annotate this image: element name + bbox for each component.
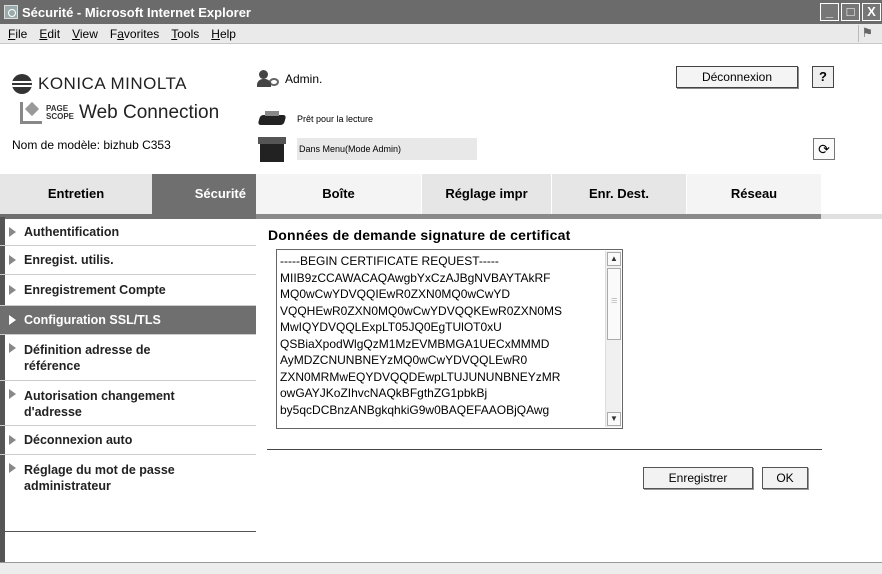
- sidebar-item-definition-adresse[interactable]: Définition adresse de référence: [0, 335, 256, 381]
- sidebar-item-label-line1: Définition adresse de: [24, 343, 151, 357]
- menu-help[interactable]: Help: [211, 27, 236, 41]
- sidebar-item-autorisation-changement[interactable]: Autorisation changement d'adresse: [0, 381, 256, 426]
- tab-reglage-impr[interactable]: Réglage impr: [421, 174, 551, 214]
- triangle-right-icon: [9, 343, 16, 353]
- ok-button[interactable]: OK: [762, 467, 808, 489]
- sidebar-item-label-line2: administrateur: [24, 479, 111, 493]
- sidebar-item-label-line1: Réglage du mot de passe: [24, 463, 175, 477]
- scanner-status: Dans Menu(Mode Admin): [257, 136, 477, 162]
- user-name: Admin.: [285, 72, 323, 86]
- sidebar-item-label-line2: référence: [24, 359, 81, 373]
- minimize-button[interactable]: _: [820, 3, 839, 21]
- tab-enr-dest[interactable]: Enr. Dest.: [551, 174, 686, 214]
- ie-app-icon: [4, 5, 18, 19]
- page-header: KONICA MINOLTA PAGE SCOPE Web Connection…: [0, 44, 882, 174]
- content-divider: [267, 449, 822, 450]
- globe-icon: [12, 74, 32, 94]
- maximize-button[interactable]: □: [841, 3, 860, 21]
- model-name: Nom de modèle: bizhub C353: [12, 138, 171, 152]
- sidebar-item-authentification[interactable]: Authentification: [0, 219, 256, 246]
- sidebar-item-label: Définition adresse de référence: [24, 342, 150, 374]
- certificate-request-text: -----BEGIN CERTIFICATE REQUEST----- MIIB…: [280, 254, 563, 417]
- printer-status-text: Prêt pour la lecture: [297, 114, 374, 124]
- certificate-request-textarea[interactable]: -----BEGIN CERTIFICATE REQUEST----- MIIB…: [276, 249, 623, 429]
- sidebar-item-label: Déconnexion auto: [24, 433, 133, 447]
- pagescope-small-text: PAGE SCOPE: [46, 105, 74, 121]
- printer-icon: [257, 110, 287, 128]
- triangle-right-icon: [9, 389, 16, 399]
- triangle-right-icon: [9, 227, 16, 237]
- sidebar-item-reglage-mot-de-passe[interactable]: Réglage du mot de passe administrateur: [0, 455, 256, 505]
- pagescope-product: Web Connection: [79, 102, 220, 123]
- sidebar-item-enregistrement-compte[interactable]: Enregistrement Compte: [0, 275, 256, 306]
- admin-user-icon: [257, 70, 279, 88]
- window-title: Sécurité - Microsoft Internet Explorer: [22, 4, 251, 20]
- tab-boite[interactable]: Boîte: [256, 174, 421, 214]
- user-info: Admin.: [257, 70, 322, 88]
- windows-logo-icon: ⚑: [858, 25, 876, 42]
- sidebar-item-label: Enregist. utilis.: [24, 253, 114, 267]
- menu-view[interactable]: View: [72, 27, 98, 41]
- sidebar-item-label: Autorisation changement d'adresse: [24, 388, 175, 420]
- sidebar-item-label: Authentification: [24, 225, 120, 239]
- tab-entretien[interactable]: Entretien: [0, 174, 152, 214]
- konica-minolta-logo: KONICA MINOLTA: [12, 74, 187, 94]
- triangle-right-icon: [9, 255, 16, 265]
- pagescope-logo: PAGE SCOPE Web Connection: [20, 102, 219, 124]
- sidebar-item-label-line2: d'adresse: [24, 405, 82, 419]
- triangle-right-icon: [9, 463, 16, 473]
- certificate-scrollbar[interactable]: ▲ ▼: [605, 251, 621, 427]
- title-bar: Sécurité - Microsoft Internet Explorer _…: [0, 0, 882, 24]
- menu-file[interactable]: File: [8, 27, 27, 41]
- main-content: Données de demande signature de certific…: [256, 219, 882, 539]
- pagescope-mark-icon: [20, 102, 42, 124]
- status-bar: [0, 562, 882, 574]
- sidebar-item-deconnexion-auto[interactable]: Déconnexion auto: [0, 426, 256, 455]
- triangle-right-icon: [9, 285, 16, 295]
- tab-reseau[interactable]: Réseau: [686, 174, 821, 214]
- refresh-button[interactable]: ⟳: [813, 138, 835, 160]
- scanner-status-text: Dans Menu(Mode Admin): [297, 138, 477, 160]
- menu-edit[interactable]: Edit: [39, 27, 60, 41]
- save-button[interactable]: Enregistrer: [643, 467, 753, 489]
- scroll-down-icon[interactable]: ▼: [607, 412, 621, 426]
- menu-tools[interactable]: Tools: [171, 27, 199, 41]
- sidebar-item-label: Configuration SSL/TLS: [24, 313, 161, 327]
- pagescope-scope: SCOPE: [46, 112, 75, 121]
- brand-name: KONICA MINOLTA: [38, 74, 188, 93]
- sidebar-item-label: Enregistrement Compte: [24, 283, 166, 297]
- logout-button[interactable]: Déconnexion: [676, 66, 798, 88]
- sidebar-item-label-line1: Autorisation changement: [24, 389, 175, 403]
- main-tabs: Entretien Sécurité Boîte Réglage impr En…: [0, 174, 882, 219]
- triangle-right-icon: [9, 435, 16, 445]
- menu-bar: File Edit View Favorites Tools Help ⚑: [0, 24, 882, 44]
- menu-favorites[interactable]: Favorites: [110, 27, 159, 41]
- help-button[interactable]: ?: [812, 66, 834, 88]
- triangle-right-icon: [9, 315, 16, 325]
- page-title: Données de demande signature de certific…: [268, 227, 571, 243]
- close-button[interactable]: X: [862, 3, 881, 21]
- scroll-up-icon[interactable]: ▲: [607, 252, 621, 266]
- mfp-device-icon: [257, 136, 287, 162]
- sidebar-divider: [0, 531, 256, 532]
- printer-status: Prêt pour la lecture: [257, 110, 373, 128]
- scroll-thumb[interactable]: [607, 268, 621, 340]
- sidebar-item-label: Réglage du mot de passe administrateur: [24, 462, 175, 494]
- sidebar-item-enregist-utilis[interactable]: Enregist. utilis.: [0, 246, 256, 275]
- sidebar: Authentification Enregist. utilis. Enreg…: [0, 219, 256, 539]
- tab-securite[interactable]: Sécurité: [152, 174, 256, 214]
- sidebar-item-configuration-ssl-tls[interactable]: Configuration SSL/TLS: [0, 306, 256, 335]
